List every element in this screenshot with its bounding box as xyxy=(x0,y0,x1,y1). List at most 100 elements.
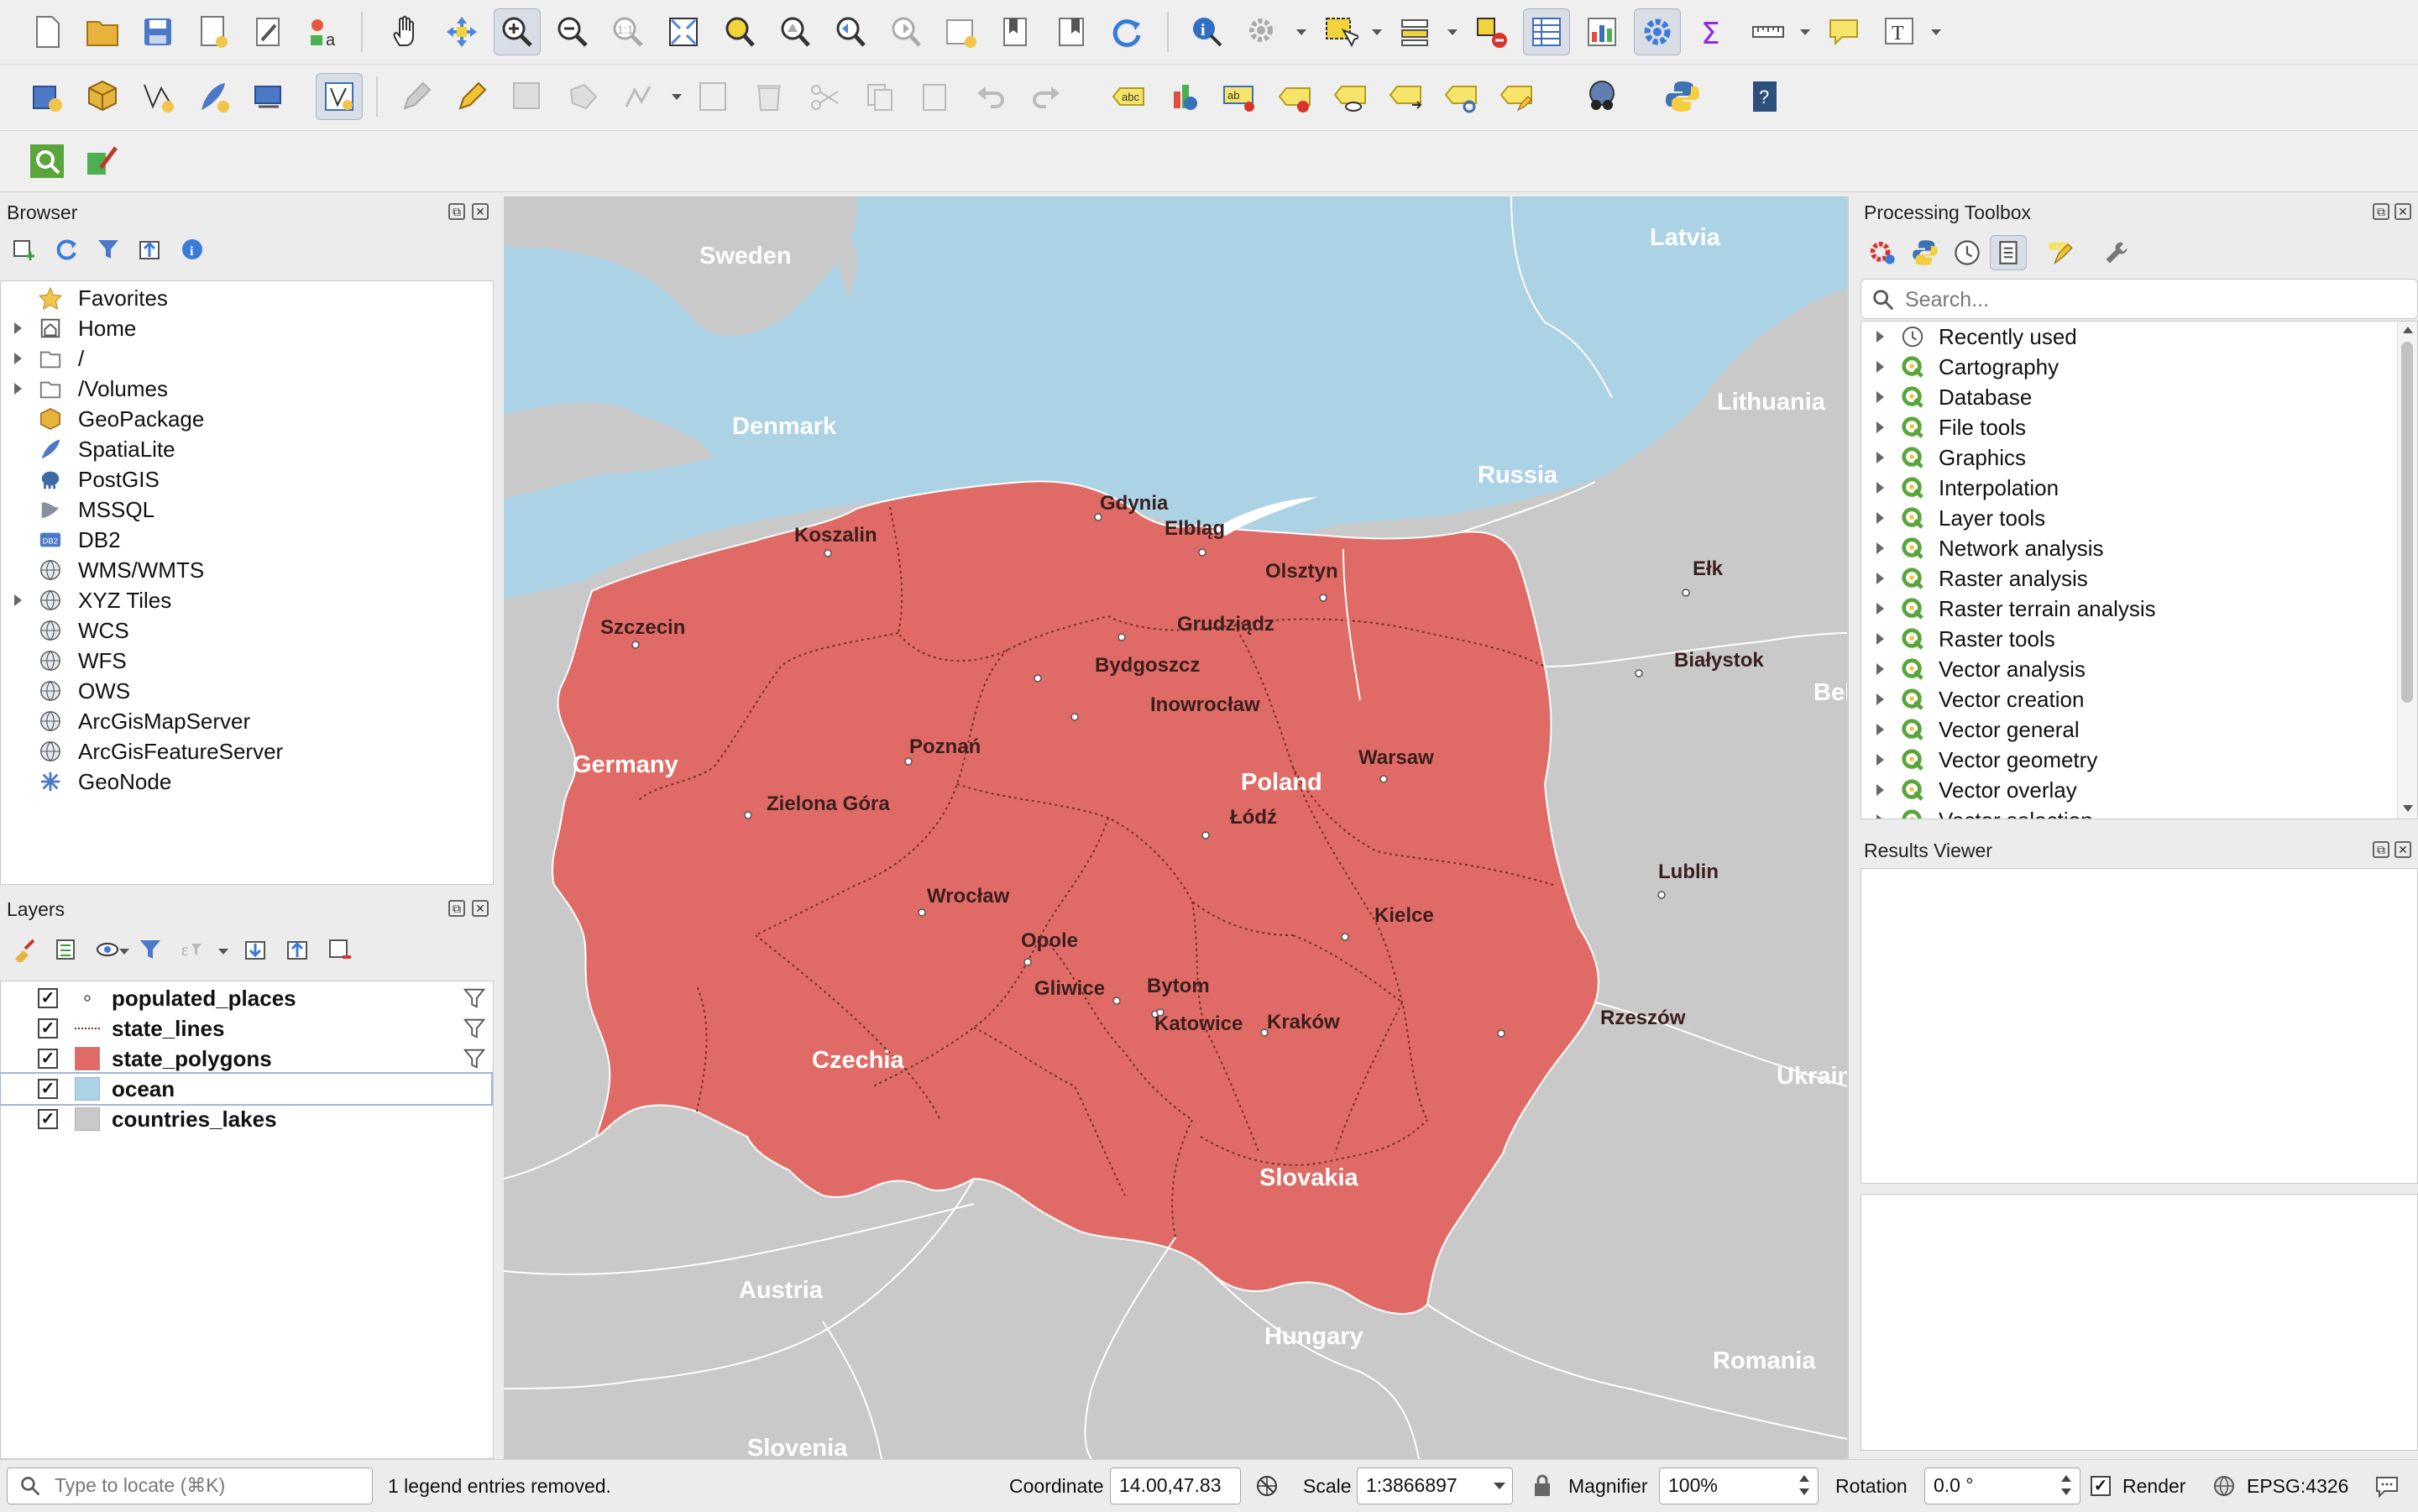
processing-group-vector-creation[interactable]: Vector creation xyxy=(1861,684,2390,714)
chevron-down-icon[interactable] xyxy=(1800,29,1810,35)
expand-arrow-icon[interactable] xyxy=(1876,663,1884,675)
quickmapservices-button[interactable] xyxy=(1578,73,1625,120)
spin-down-icon[interactable] xyxy=(2061,1488,2071,1495)
browser-item-wfs[interactable]: WFS xyxy=(1,646,493,676)
expand-arrow-icon[interactable] xyxy=(1876,784,1884,796)
models-gear-icon[interactable] xyxy=(1869,238,1897,267)
zoom-in-button[interactable] xyxy=(494,8,541,55)
expand-arrow-icon[interactable] xyxy=(1876,482,1884,494)
expand-arrow-icon[interactable] xyxy=(1876,754,1884,766)
scale-combobox[interactable]: 1:3866897 xyxy=(1357,1468,1513,1504)
zoom-last-button[interactable] xyxy=(826,8,873,55)
layer-filter-icon[interactable] xyxy=(463,986,486,1016)
paste-features-button[interactable] xyxy=(912,73,959,120)
layer-visibility-checkbox[interactable]: ✓ xyxy=(38,1079,58,1099)
expand-arrow-icon[interactable] xyxy=(1876,452,1884,463)
rotate-label-button[interactable] xyxy=(1437,73,1484,120)
new-project-button[interactable] xyxy=(24,8,71,55)
scroll-down-arrow[interactable] xyxy=(2403,805,2413,812)
redo-button[interactable] xyxy=(1023,73,1070,120)
layer-filter-icon[interactable] xyxy=(463,1047,486,1076)
edit-features-in-place-icon[interactable] xyxy=(2045,238,2074,267)
chevron-down-icon[interactable] xyxy=(1372,29,1382,35)
identify-features-button[interactable]: i xyxy=(1184,8,1231,55)
processing-group-graphics[interactable]: Graphics xyxy=(1861,442,2390,473)
expand-arrow-icon[interactable] xyxy=(14,322,22,334)
spin-down-icon[interactable] xyxy=(1799,1488,1809,1495)
cut-features-button[interactable] xyxy=(801,73,848,120)
browser-item-wcs[interactable]: WCS xyxy=(1,615,493,646)
layer-visibility-checkbox[interactable]: ✓ xyxy=(38,1049,58,1069)
highlight-pinned-labels-button[interactable] xyxy=(1271,73,1318,120)
map-splitter[interactable] xyxy=(1847,196,1849,1459)
modify-attributes-button[interactable] xyxy=(690,73,737,120)
browser-item-geonode[interactable]: GeoNode xyxy=(1,766,493,797)
new-map-view-button[interactable] xyxy=(937,8,984,55)
zoom-next-button[interactable] xyxy=(882,8,929,55)
close-panel-button[interactable]: ✕ xyxy=(472,900,489,917)
zoom-native-button[interactable]: 1:1 xyxy=(604,8,652,55)
collapse-all-icon[interactable] xyxy=(138,237,163,262)
float-panel-button[interactable]: ⧉ xyxy=(448,900,465,917)
run-feature-action-button[interactable] xyxy=(1239,8,1286,55)
spin-up-icon[interactable] xyxy=(2061,1475,2071,1482)
layer-item-state-polygons[interactable]: ✓ state_polygons xyxy=(1,1044,491,1074)
save-edits-button[interactable] xyxy=(504,73,551,120)
expand-arrow-icon[interactable] xyxy=(1876,693,1884,705)
float-panel-button[interactable]: ⧉ xyxy=(2373,203,2389,220)
browser-item-spatialite[interactable]: SpatiaLite xyxy=(1,434,493,464)
render-checkbox[interactable]: ✓ xyxy=(2091,1476,2111,1496)
save-project-button[interactable] xyxy=(134,8,181,55)
processing-toolbox-button[interactable] xyxy=(1634,8,1681,55)
expand-arrow-icon[interactable] xyxy=(1876,361,1884,373)
crs-value[interactable]: EPSG:4326 xyxy=(2247,1475,2348,1498)
expand-arrow-icon[interactable] xyxy=(1876,814,1884,819)
browser-item-arcgisfeatureserver[interactable]: ArcGisFeatureServer xyxy=(1,736,493,766)
new-geopackage-layer-button[interactable] xyxy=(79,73,126,120)
processing-group-vector-overlay[interactable]: Vector overlay xyxy=(1861,775,2390,805)
move-label-button[interactable] xyxy=(1382,73,1429,120)
processing-group-network-analysis[interactable]: Network analysis xyxy=(1861,533,2390,563)
layer-labeling-button[interactable]: abc xyxy=(1105,73,1152,120)
browser-item-[interactable]: / xyxy=(1,343,493,374)
layer-item-populated-places[interactable]: ✓ populated_places xyxy=(1,983,491,1013)
processing-group-raster-tools[interactable]: Raster tools xyxy=(1861,624,2390,654)
layer-item-countries-lakes[interactable]: ✓ countries_lakes xyxy=(1,1104,491,1134)
browser-item-arcgismapserver[interactable]: ArcGisMapServer xyxy=(1,706,493,736)
layer-visibility-checkbox[interactable]: ✓ xyxy=(38,1109,58,1129)
help-button[interactable]: ? xyxy=(1741,73,1788,120)
expand-arrow-icon[interactable] xyxy=(1876,724,1884,735)
browser-item-wms-wmts[interactable]: WMS/WMTS xyxy=(1,555,493,585)
lock-icon[interactable] xyxy=(1530,1472,1555,1499)
processing-group-recently-used[interactable]: Recently used xyxy=(1861,322,2390,352)
pan-to-selection-button[interactable] xyxy=(438,8,485,55)
deselect-all-button[interactable] xyxy=(1468,8,1515,55)
layer-filter-icon[interactable] xyxy=(463,1017,486,1046)
statistical-summary-button[interactable] xyxy=(1578,8,1625,55)
add-selected-layers-icon[interactable] xyxy=(12,237,37,262)
layer-diagram-button[interactable] xyxy=(1160,73,1207,120)
expand-arrow-icon[interactable] xyxy=(1876,391,1884,403)
info-icon[interactable]: i xyxy=(180,237,205,262)
close-panel-button[interactable]: ✕ xyxy=(2394,841,2411,858)
toggle-edit-pencil-button[interactable] xyxy=(448,73,495,120)
python-icon[interactable] xyxy=(1911,238,1939,267)
browser-item-xyz-tiles[interactable]: XYZ Tiles xyxy=(1,585,493,615)
processing-group-raster-terrain-analysis[interactable]: Raster terrain analysis xyxy=(1861,594,2390,624)
vertex-tool-button[interactable] xyxy=(615,73,662,120)
scrollbar-thumb[interactable] xyxy=(2401,342,2413,703)
messages-icon[interactable] xyxy=(2374,1473,2400,1499)
coordinate-field[interactable]: 14.00,47.83 xyxy=(1110,1468,1241,1504)
chevron-down-icon[interactable] xyxy=(672,94,682,100)
zoom-out-button[interactable] xyxy=(549,8,596,55)
processing-scrollbar[interactable] xyxy=(2397,322,2417,819)
measure-button[interactable] xyxy=(1745,8,1792,55)
float-panel-button[interactable]: ⧉ xyxy=(448,203,465,220)
layout-manager-button[interactable] xyxy=(245,8,292,55)
rotation-spinbox[interactable]: 0.0 ° xyxy=(1924,1468,2080,1504)
history-clock-icon[interactable] xyxy=(1953,238,1981,267)
toggle-extents-icon[interactable] xyxy=(1254,1473,1280,1499)
map-tips-button[interactable] xyxy=(1820,8,1867,55)
processing-group-database[interactable]: Database xyxy=(1861,382,2390,412)
expand-arrow-icon[interactable] xyxy=(1876,633,1884,645)
